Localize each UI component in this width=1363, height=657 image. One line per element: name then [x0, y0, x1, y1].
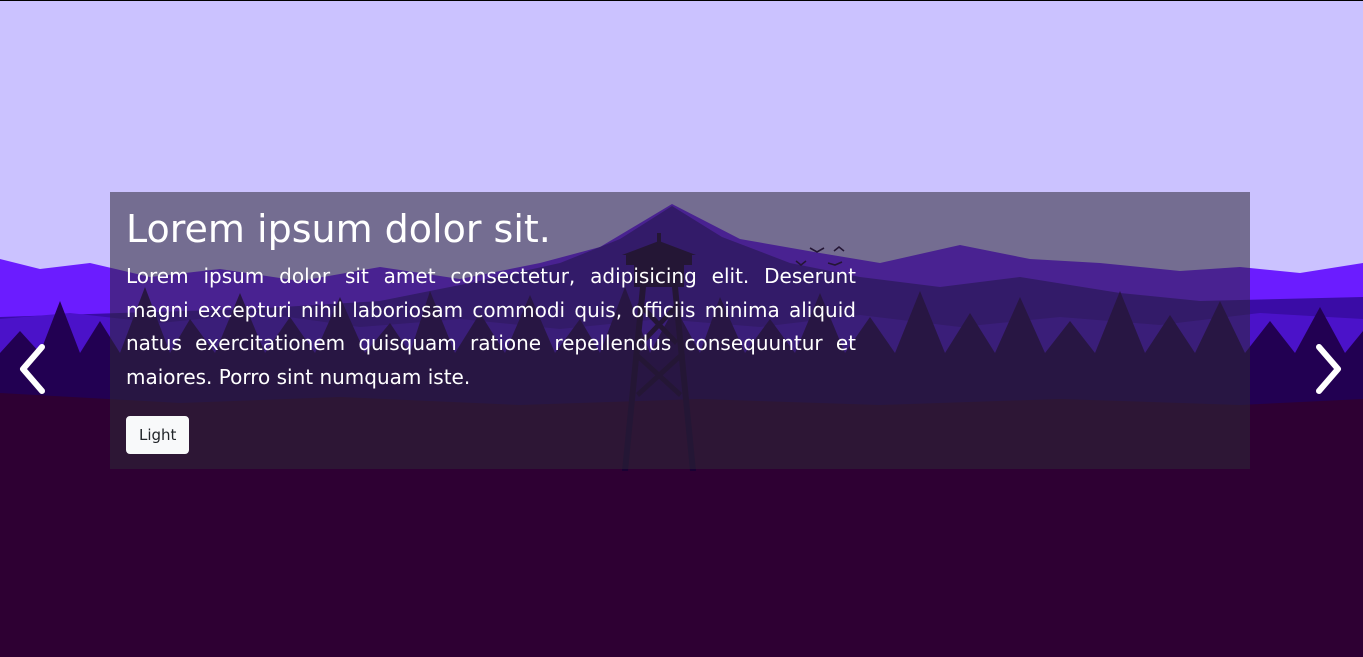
carousel-prev-button[interactable]: [2, 339, 62, 399]
carousel-next-button[interactable]: [1299, 339, 1359, 399]
light-button[interactable]: Light: [126, 416, 190, 454]
carousel-caption: Lorem ipsum dolor sit. Lorem ipsum dolor…: [110, 192, 1250, 469]
chevron-right-icon: [1316, 344, 1341, 394]
slide-text: Lorem ipsum dolor sit amet consectetur, …: [126, 264, 856, 389]
slide-title: Lorem ipsum dolor sit.: [126, 207, 551, 251]
chevron-left-icon: [20, 344, 45, 394]
